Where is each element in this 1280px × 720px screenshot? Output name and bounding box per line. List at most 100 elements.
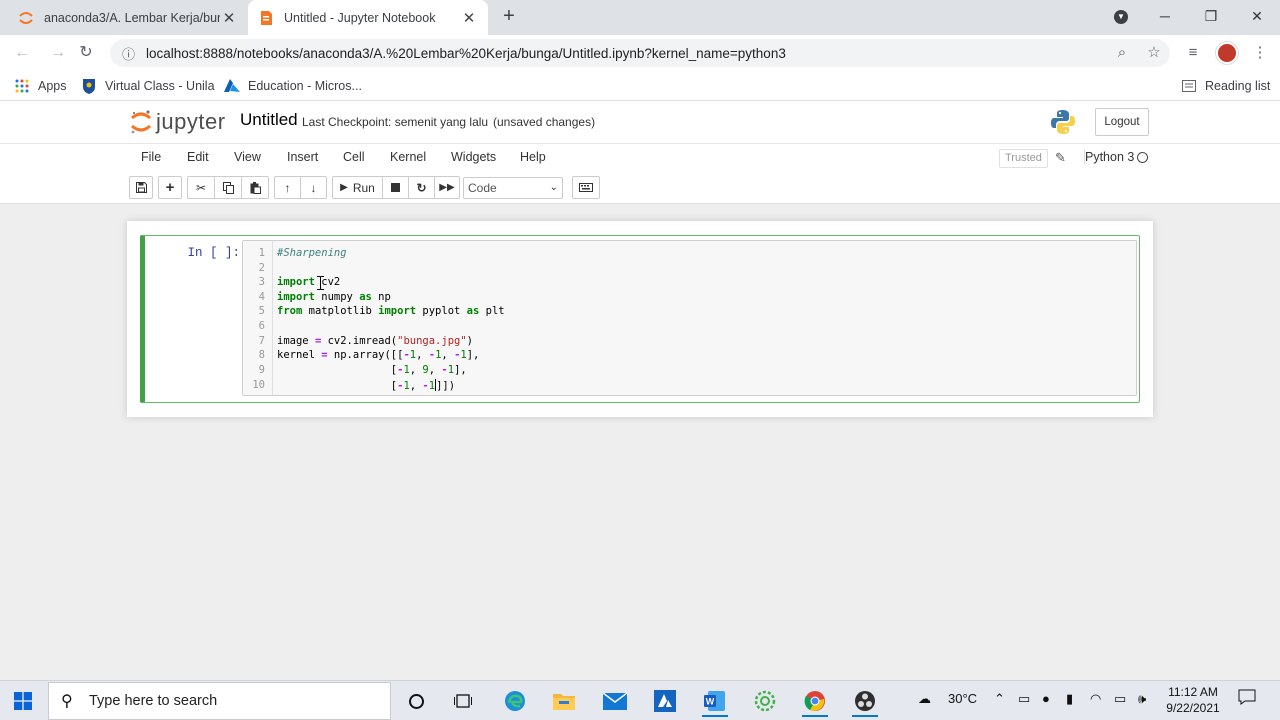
tab-untitled[interactable]: Untitled - Jupyter Notebook ✕	[248, 0, 488, 35]
menu-view[interactable]: View	[234, 150, 261, 164]
word-button[interactable]: W	[692, 685, 738, 717]
menu-widgets[interactable]: Widgets	[451, 150, 496, 164]
menu-kebab-icon[interactable]: ⋮	[1250, 43, 1270, 63]
keyboard-icon	[579, 183, 593, 192]
address-bar[interactable]: ⓘ localhost:8888/notebooks/anaconda3/A.%…	[110, 39, 1170, 67]
move-down-button[interactable]: ↓	[300, 176, 327, 199]
reading-list[interactable]: Reading list	[1181, 77, 1270, 95]
forward-button[interactable]: →	[46, 41, 70, 65]
line-number: 1	[258, 247, 265, 259]
visual-studio-button[interactable]	[642, 685, 688, 717]
menu-kernel[interactable]: Kernel	[390, 150, 426, 164]
tab-title: anaconda3/A. Lembar Kerja/bung	[44, 10, 220, 25]
line-number: 7	[258, 335, 265, 347]
menu-edit[interactable]: Edit	[187, 150, 209, 164]
close-icon[interactable]: ✕	[460, 9, 478, 27]
fast-forward-icon: ▶▶	[439, 182, 455, 193]
code-editor[interactable]: 1 2 3 4 5 6 7 8 9 10 #Sharpening import …	[242, 240, 1137, 396]
run-button[interactable]: ▶ Run	[332, 176, 383, 199]
notebook-name[interactable]: Untitled	[240, 110, 298, 130]
save-button[interactable]	[129, 176, 153, 199]
code-line: from matplotlib import pyplot as plt	[277, 305, 505, 317]
cortana-button[interactable]	[393, 685, 439, 717]
bookmark-education[interactable]: Education - Micros...	[224, 77, 362, 95]
cell-type-select[interactable]: Code ⌄	[463, 177, 563, 199]
task-view-button[interactable]	[440, 685, 486, 717]
menubar: File Edit View Insert Cell Kernel Widget…	[0, 143, 1280, 173]
volume-icon[interactable]: 🕪	[1138, 691, 1146, 707]
bookmarks-bar: Apps Virtual Class - Unila Education - M…	[0, 71, 1280, 101]
trusted-badge[interactable]: Trusted	[999, 149, 1048, 168]
checkpoint-status: Last Checkpoint: semenit yang lalu	[302, 115, 489, 129]
command-palette-button[interactable]	[572, 176, 600, 199]
windows-taskbar: ⚲ Type here to search W ☁ 30°C ⌃ ▭ ● ▮ ◠…	[0, 680, 1280, 720]
start-button[interactable]	[0, 685, 46, 717]
zoom-search-icon[interactable]: ⌕	[1112, 43, 1132, 63]
weather-icon[interactable]: ☁	[918, 691, 931, 707]
taskbar-search-box[interactable]: ⚲ Type here to search	[48, 682, 391, 720]
code-line: import cv2	[277, 276, 341, 288]
restart-button[interactable]: ↻	[408, 176, 435, 199]
tab-search-icon[interactable]: ▼	[1114, 10, 1128, 24]
paste-button[interactable]	[241, 176, 269, 199]
obs-button[interactable]	[842, 685, 888, 717]
jupyter-logo[interactable]: jupyter	[130, 107, 226, 137]
logout-button[interactable]: Logout	[1095, 108, 1149, 136]
usb-device-icon[interactable]: ▮	[1066, 691, 1073, 707]
battery-icon[interactable]: ▭	[1114, 691, 1126, 707]
line-number: 10	[252, 379, 265, 391]
restart-run-all-button[interactable]: ▶▶	[434, 176, 460, 199]
file-explorer-button[interactable]	[541, 685, 587, 717]
notifications-icon[interactable]	[1238, 689, 1256, 708]
task-view-icon	[454, 694, 472, 708]
edge-button[interactable]	[492, 685, 538, 717]
system-clock[interactable]: 11:12 AM 9/22/2021	[1160, 684, 1226, 716]
stop-icon	[391, 183, 400, 192]
window-close-button[interactable]: ✕	[1234, 0, 1280, 35]
code-cell[interactable]: In [ ]: 1 2 3 4 5 6 7 8 9 10 #Sharpening…	[140, 235, 1140, 403]
minimize-button[interactable]: ─	[1142, 0, 1188, 35]
move-up-button[interactable]: ↑	[274, 176, 301, 199]
apps-grid-icon	[14, 78, 30, 94]
back-button[interactable]: ←	[10, 41, 34, 65]
paste-icon	[250, 181, 261, 194]
line-number: 9	[258, 364, 265, 376]
menu-file[interactable]: File	[141, 150, 161, 164]
show-hidden-icons-chevron-up-icon[interactable]: ⌃	[994, 691, 1005, 707]
plus-icon: +	[165, 179, 175, 196]
temperature[interactable]: 30°C	[948, 691, 977, 706]
word-icon: W	[704, 691, 725, 711]
new-tab-button[interactable]: +	[498, 6, 520, 28]
wifi-icon[interactable]: ◠	[1090, 691, 1101, 707]
mail-button[interactable]	[592, 685, 638, 717]
windows-logo-icon	[14, 692, 32, 710]
menu-help[interactable]: Help	[520, 150, 546, 164]
info-icon[interactable]: ⓘ	[122, 44, 138, 63]
menu-cell[interactable]: Cell	[343, 150, 365, 164]
restore-button[interactable]: ❐	[1188, 0, 1234, 35]
arrow-down-icon: ↓	[310, 180, 317, 195]
interrupt-button[interactable]	[382, 176, 409, 199]
tablet-icon[interactable]: ▭	[1018, 691, 1030, 707]
bookmark-star-icon[interactable]: ☆	[1144, 43, 1164, 63]
chrome-button[interactable]	[792, 685, 838, 717]
cut-button[interactable]: ✂	[187, 176, 215, 199]
media-control-icon[interactable]: ≡	[1183, 43, 1203, 63]
jupyter-logo-icon	[131, 110, 151, 134]
insert-cell-button[interactable]: +	[158, 176, 182, 199]
jupyter-header: jupyter Untitled Last Checkpoint: semeni…	[0, 101, 1280, 143]
tab-anaconda[interactable]: anaconda3/A. Lembar Kerja/bung ✕	[8, 0, 248, 35]
bookmark-apps[interactable]: Apps	[14, 77, 67, 95]
anaconda-navigator-button[interactable]	[742, 685, 788, 717]
reload-button[interactable]: ↻	[74, 41, 98, 65]
copy-button[interactable]	[214, 176, 242, 199]
close-icon[interactable]: ✕	[220, 9, 238, 27]
bookmark-virtual-class[interactable]: Virtual Class - Unila	[81, 77, 215, 95]
search-placeholder: Type here to search	[89, 693, 218, 709]
menu-insert[interactable]: Insert	[287, 150, 318, 164]
chrome-icon	[804, 691, 825, 711]
tray-app-icon[interactable]: ●	[1042, 691, 1050, 706]
avatar[interactable]	[1216, 42, 1238, 64]
copy-icon	[222, 181, 234, 194]
obs-icon	[855, 691, 875, 711]
